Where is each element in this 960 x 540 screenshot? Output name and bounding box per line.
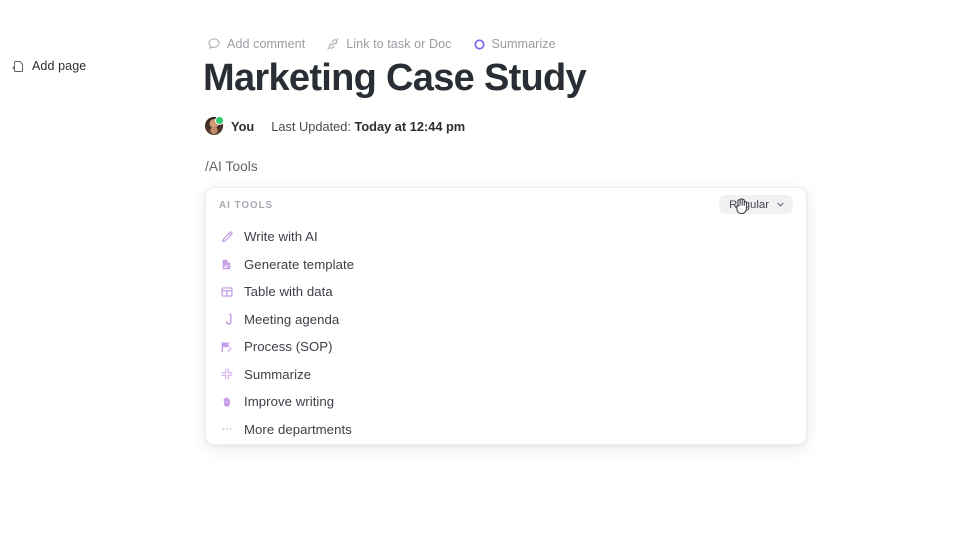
menu-item-label: Improve writing [244, 394, 335, 410]
menu-item-label: Table with data [244, 284, 333, 300]
menu-item-label: Generate template [244, 256, 355, 272]
last-updated-prefix: Last Updated: [271, 118, 351, 134]
add-page-icon [12, 60, 25, 73]
menu-item-meeting-agenda[interactable]: Meeting agenda [206, 306, 806, 334]
ai-tools-caption: AI TOOLS [219, 200, 274, 211]
tone-select-dropdown[interactable]: Regular [719, 195, 793, 214]
online-status-dot [215, 116, 224, 125]
comment-icon [207, 37, 221, 51]
collapse-icon [219, 367, 234, 382]
pencil-icon [219, 229, 234, 244]
menu-item-label: More departments [244, 421, 352, 437]
menu-item-write-with-ai[interactable]: Write with AI [206, 223, 806, 251]
ai-tools-popover-header: AI TOOLS Regular [206, 188, 806, 223]
ai-tools-popover: AI TOOLS Regular Write with AI Generate … [205, 187, 807, 445]
link-to-task-label: Link to task or Doc [346, 37, 452, 51]
menu-item-table-with-data[interactable]: Table with data [206, 278, 806, 306]
slash-command-text[interactable]: /AI Tools [205, 159, 258, 174]
last-updated: Last Updated: Today at 12:44 pm [271, 119, 465, 134]
menu-item-label: Meeting agenda [244, 311, 340, 327]
page-title[interactable]: Marketing Case Study [203, 54, 587, 102]
menu-item-label: Summarize [244, 366, 312, 382]
summarize-toolbar-label: Summarize [491, 37, 556, 51]
add-comment-label: Add comment [227, 37, 306, 51]
ellipsis-icon [219, 422, 234, 437]
link-to-task-button[interactable]: Link to task or Doc [324, 36, 453, 52]
unlink-icon [326, 37, 340, 51]
author-name: You [231, 118, 255, 134]
document-icon [219, 257, 234, 272]
menu-item-improve-writing[interactable]: Improve writing [206, 388, 806, 416]
hand-sparkle-icon [219, 394, 234, 409]
add-page-label: Add page [32, 59, 87, 73]
avatar[interactable] [205, 116, 224, 135]
document-area: Add comment Link to task or Doc Summariz… [203, 0, 845, 540]
menu-item-label: Process (SOP) [244, 339, 333, 355]
table-icon [219, 284, 234, 299]
last-updated-value: Today at 12:44 pm [354, 118, 466, 134]
tone-select-label: Regular [729, 198, 769, 211]
menu-item-process-sop[interactable]: Process (SOP) [206, 333, 806, 361]
menu-item-label: Write with AI [244, 229, 318, 245]
summarize-toolbar-button[interactable]: Summarize [471, 36, 558, 52]
chevron-down-icon [776, 200, 785, 209]
left-sidebar: Add page [0, 0, 195, 540]
add-comment-button[interactable]: Add comment [205, 36, 307, 52]
flag-edit-icon [219, 339, 234, 354]
document-toolbar: Add comment Link to task or Doc Summariz… [205, 34, 558, 54]
phone-icon [219, 312, 234, 327]
menu-item-more-departments[interactable]: More departments [206, 416, 806, 444]
document-meta: You Last Updated: Today at 12:44 pm [205, 116, 465, 136]
ai-tools-menu-list: Write with AI Generate template Table wi… [206, 223, 806, 443]
menu-item-summarize[interactable]: Summarize [206, 361, 806, 389]
menu-item-generate-template[interactable]: Generate template [206, 251, 806, 279]
ai-circle-icon [473, 38, 486, 51]
add-page-button[interactable]: Add page [8, 57, 90, 75]
